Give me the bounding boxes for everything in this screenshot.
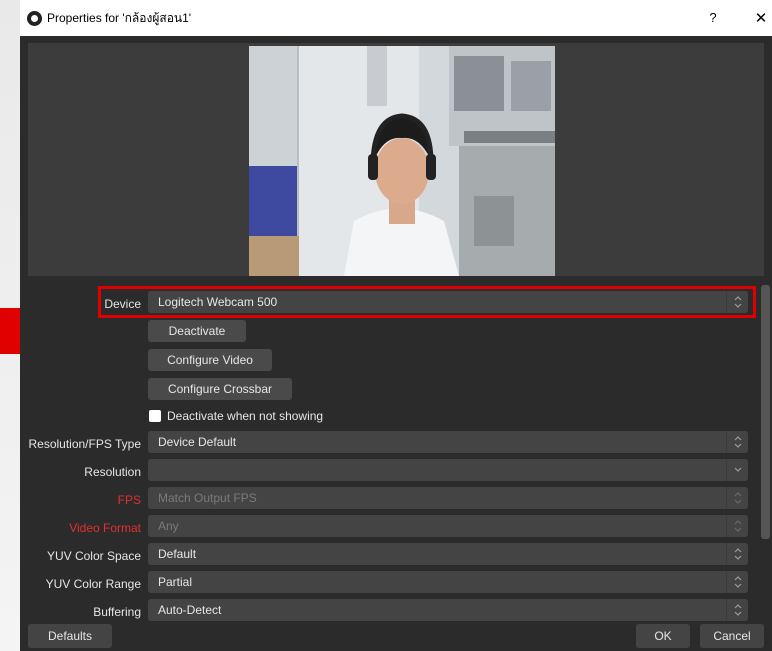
yuv-color-range-value: Partial (158, 575, 193, 589)
resolution-fps-type-value: Device Default (158, 435, 237, 449)
window-title: Properties for 'กล้องผู้สอน1' (47, 11, 192, 25)
yuv-color-space-select[interactable]: Default (148, 543, 748, 565)
device-value: Logitech Webcam 500 (158, 295, 278, 309)
configure-video-button[interactable]: Configure Video (148, 349, 272, 371)
device-select[interactable]: Logitech Webcam 500 (148, 291, 748, 313)
resolution-select[interactable] (148, 459, 748, 481)
yuv-color-space-value: Default (158, 547, 197, 561)
chevron-updown-icon (726, 571, 748, 593)
defaults-button[interactable]: Defaults (28, 624, 112, 648)
resolution-fps-type-label: Resolution/FPS Type (28, 437, 141, 451)
yuv-color-range-label: YUV Color Range (45, 577, 141, 591)
chevron-updown-icon (726, 487, 748, 509)
properties-list: Device Logitech Webcam 500 Deactivate Co… (20, 283, 772, 623)
video-format-select[interactable]: Any (148, 515, 748, 537)
chevron-updown-icon (726, 291, 748, 313)
preview-panel (28, 43, 764, 276)
buffering-label: Buffering (93, 605, 141, 619)
fps-select[interactable]: Match Output FPS (148, 487, 748, 509)
buffering-select[interactable]: Auto-Detect (148, 599, 748, 621)
obs-logo-icon (27, 11, 42, 26)
yuv-color-space-label: YUV Color Space (46, 549, 141, 563)
properties-dialog: Properties for 'กล้องผู้สอน1' ? ✕ Device… (20, 0, 772, 651)
configure-crossbar-button[interactable]: Configure Crossbar (148, 378, 292, 400)
deactivate-when-not-showing-checkbox[interactable] (149, 410, 161, 422)
help-button[interactable]: ? (703, 7, 723, 29)
properties-scrollbar[interactable] (761, 285, 770, 539)
yuv-color-range-select[interactable]: Partial (148, 571, 748, 593)
chevron-updown-icon (726, 543, 748, 565)
title-bar: Properties for 'กล้องผู้สอน1' ? ✕ (20, 0, 772, 36)
buffering-value: Auto-Detect (158, 603, 222, 617)
fps-value: Match Output FPS (158, 491, 257, 505)
chevron-updown-icon (726, 431, 748, 453)
video-format-label: Video Format (69, 521, 141, 535)
deactivate-button[interactable]: Deactivate (148, 320, 246, 342)
webcam-preview-image (249, 46, 555, 276)
ok-button[interactable]: OK (636, 624, 690, 648)
fps-label: FPS (117, 493, 141, 507)
chevron-down-icon (726, 459, 748, 481)
deactivate-when-not-showing-label: Deactivate when not showing (167, 409, 324, 423)
dialog-footer: Defaults OK Cancel (20, 623, 772, 651)
resolution-label: Resolution (84, 465, 141, 479)
chevron-updown-icon (726, 515, 748, 537)
device-label: Device (104, 297, 141, 311)
resolution-fps-type-select[interactable]: Device Default (148, 431, 748, 453)
cancel-button[interactable]: Cancel (700, 624, 764, 648)
video-format-value: Any (158, 519, 179, 533)
chevron-updown-icon (726, 599, 748, 621)
close-button[interactable]: ✕ (750, 7, 772, 29)
